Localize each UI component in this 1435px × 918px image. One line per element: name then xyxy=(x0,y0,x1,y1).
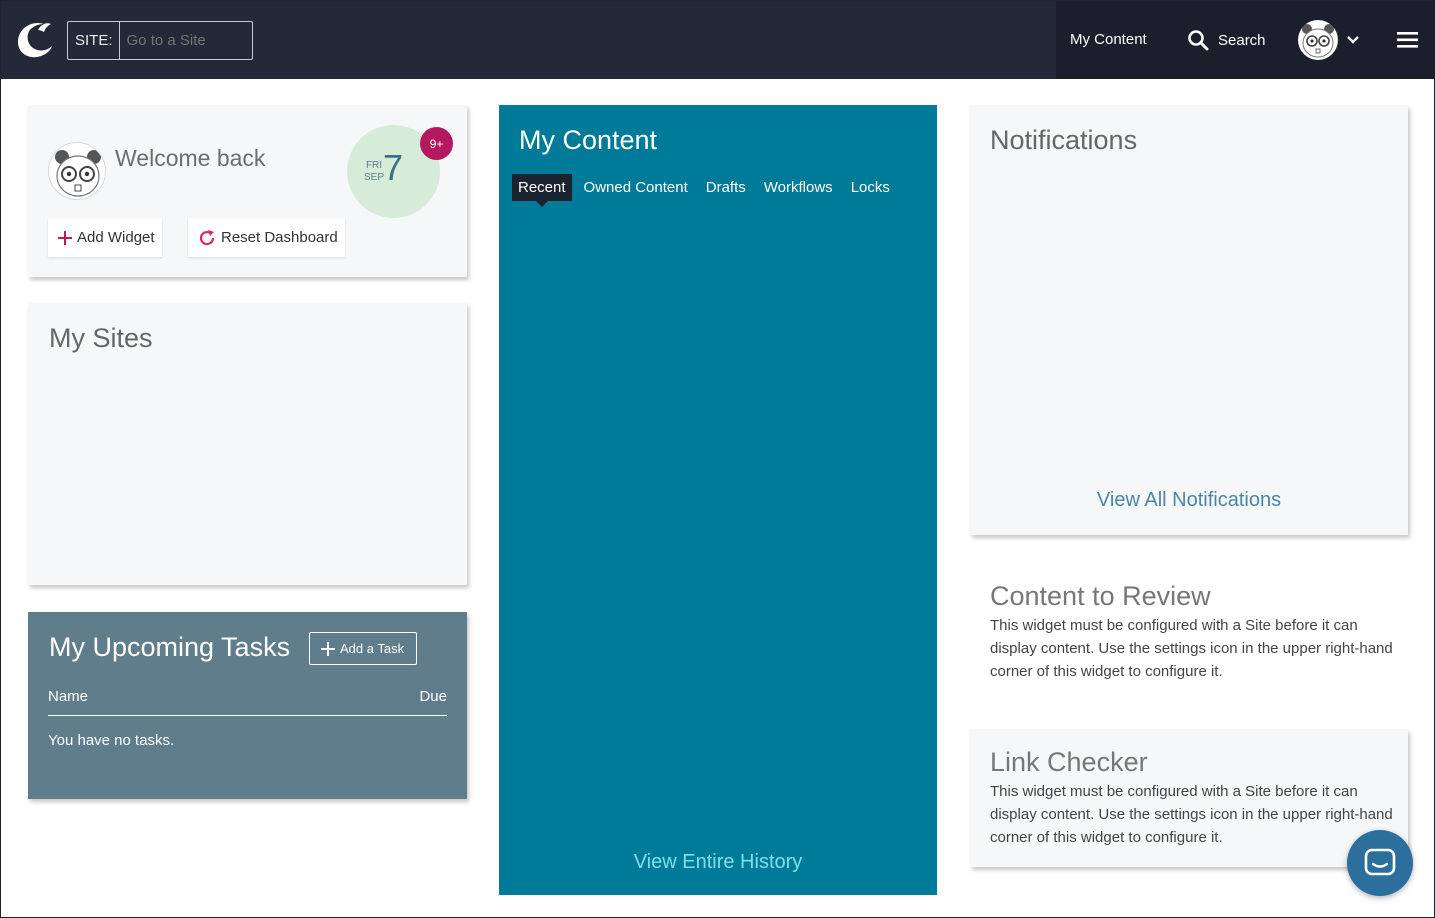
upcoming-tasks-title: My Upcoming Tasks xyxy=(49,632,291,662)
logo-icon[interactable] xyxy=(14,18,54,60)
my-content-widget: My Content Recent Owned Content Drafts W… xyxy=(499,105,937,895)
search-icon xyxy=(1188,30,1209,51)
tab-locks[interactable]: Locks xyxy=(845,174,896,201)
avatar[interactable] xyxy=(1298,20,1338,60)
my-content-title: My Content xyxy=(519,125,658,155)
tab-drafts[interactable]: Drafts xyxy=(700,174,752,201)
add-widget-button[interactable]: Add Widget xyxy=(48,218,162,257)
add-task-button[interactable]: Add a Task xyxy=(309,632,417,665)
notifications-title: Notifications xyxy=(990,125,1138,155)
content-to-review-message: This widget must be configured with a Si… xyxy=(990,617,1393,680)
chat-launcher-button[interactable] xyxy=(1347,830,1413,896)
tasks-column-name[interactable]: Name xyxy=(48,688,88,715)
link-checker-title: Link Checker xyxy=(990,747,1148,777)
notifications-widget: Notifications View All Notifications xyxy=(970,105,1408,535)
site-label: SITE: xyxy=(68,22,120,59)
content-to-review-title: Content to Review xyxy=(990,581,1211,611)
site-selector[interactable]: SITE: xyxy=(67,21,253,60)
panda-avatar-icon xyxy=(1302,24,1334,58)
date-weekday: FRI xyxy=(365,160,383,171)
view-entire-history-link[interactable]: View Entire History xyxy=(499,851,937,874)
my-sites-title: My Sites xyxy=(49,323,153,353)
date-month: SEP xyxy=(364,172,385,183)
tasks-column-due[interactable]: Due xyxy=(419,688,447,715)
nav-search-label: Search xyxy=(1218,31,1266,49)
nav-my-content-link[interactable]: My Content xyxy=(1070,31,1147,48)
view-all-notifications-link[interactable]: View All Notifications xyxy=(970,489,1408,512)
tasks-empty-message: You have no tasks. xyxy=(48,732,175,749)
welcome-card: Welcome back FRI SEP 7 9+ Add Widget Res… xyxy=(28,105,467,277)
hamburger-menu-icon[interactable] xyxy=(1397,31,1419,49)
chevron-down-icon[interactable] xyxy=(1346,33,1360,47)
reset-dashboard-button[interactable]: Reset Dashboard xyxy=(188,218,345,257)
tab-owned-content[interactable]: Owned Content xyxy=(578,174,694,201)
plus-icon xyxy=(321,641,335,656)
date-day: 7 xyxy=(383,147,404,188)
panda-avatar-icon xyxy=(55,150,101,197)
top-navigation-bar: SITE: My Content Search xyxy=(1,1,1435,79)
content-to-review-widget: Content to Review This widget must be co… xyxy=(990,581,1400,683)
upcoming-tasks-widget: My Upcoming Tasks Add a Task Name Due Yo… xyxy=(28,612,467,799)
chat-icon xyxy=(1364,848,1396,876)
add-widget-label: Add Widget xyxy=(77,229,155,246)
plus-icon xyxy=(58,230,72,245)
tab-workflows[interactable]: Workflows xyxy=(758,174,839,201)
link-checker-widget: Link Checker This widget must be configu… xyxy=(970,729,1408,867)
tasks-table-header: Name Due xyxy=(48,688,447,716)
tab-recent[interactable]: Recent xyxy=(512,174,572,207)
refresh-icon xyxy=(199,229,215,245)
site-search-input[interactable] xyxy=(119,32,250,49)
reset-dashboard-label: Reset Dashboard xyxy=(221,229,338,246)
user-avatar xyxy=(48,142,106,200)
welcome-message: Welcome back xyxy=(115,145,266,171)
date-weekday-month: FRI SEP xyxy=(364,160,384,184)
add-task-label: Add a Task xyxy=(340,641,405,656)
nav-search-button[interactable]: Search xyxy=(1187,29,1266,51)
my-content-tabs: Recent Owned Content Drafts Workflows Lo… xyxy=(512,174,902,207)
notification-count-badge[interactable]: 9+ xyxy=(420,127,453,160)
my-sites-widget: My Sites xyxy=(28,303,467,585)
link-checker-message: This widget must be configured with a Si… xyxy=(990,783,1393,846)
